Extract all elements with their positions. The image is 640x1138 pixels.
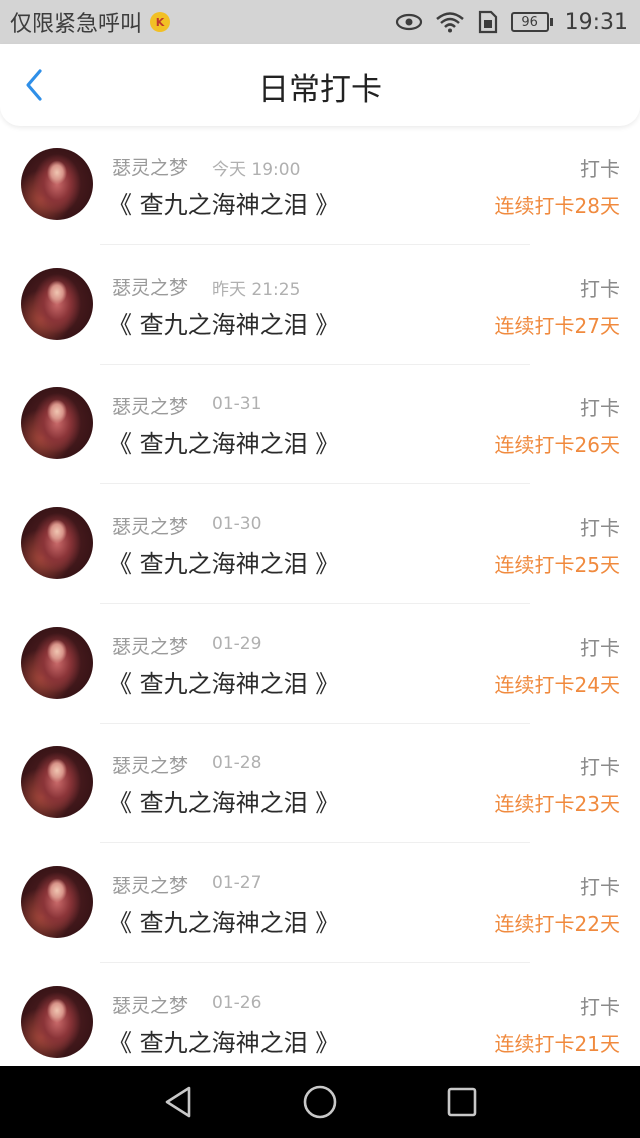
checkin-label: 打卡 [580, 875, 620, 900]
checkin-label: 打卡 [580, 635, 620, 660]
list-item[interactable]: 瑟灵之梦 今天 19:00 《 查九之海神之泪 》 打卡 连续打卡28天 [0, 127, 640, 247]
avatar[interactable] [21, 626, 93, 699]
user-name[interactable]: 瑟灵之梦 [112, 153, 188, 180]
list-item[interactable]: 瑟灵之梦 01-26 《 查九之海神之泪 》 打卡 连续打卡21天 [0, 965, 640, 1065]
checkin-label: 打卡 [580, 276, 620, 301]
battery-icon: 96 [510, 12, 553, 32]
book-title[interactable]: 《 查九之海神之泪 》 [108, 185, 339, 220]
checkin-time: 01-31 [212, 394, 262, 415]
streak-text: 连续打卡27天 [494, 313, 620, 338]
battery-level: 96 [510, 12, 549, 32]
list-item[interactable]: 瑟灵之梦 昨天 21:25 《 查九之海神之泪 》 打卡 连续打卡27天 [0, 247, 640, 367]
checkin-time: 昨天 21:25 [212, 279, 301, 300]
page-title: 日常打卡 [258, 72, 382, 108]
book-title[interactable]: 《 查九之海神之泪 》 [108, 544, 339, 579]
checkin-label: 打卡 [580, 396, 620, 421]
user-name[interactable]: 瑟灵之梦 [112, 392, 188, 419]
checkin-list[interactable]: 瑟灵之梦 今天 19:00 《 查九之海神之泪 》 打卡 连续打卡28天 瑟灵之… [0, 127, 640, 1065]
avatar[interactable] [21, 866, 93, 939]
checkin-label: 打卡 [580, 516, 620, 541]
avatar[interactable] [21, 267, 93, 340]
system-home-button[interactable] [302, 1084, 338, 1120]
book-title[interactable]: 《 查九之海神之泪 》 [108, 424, 339, 459]
checkin-time: 01-28 [212, 753, 262, 774]
home-circle-icon [303, 1085, 337, 1119]
divider [100, 962, 530, 964]
eye-icon [395, 12, 423, 32]
divider [100, 244, 530, 245]
user-name[interactable]: 瑟灵之梦 [112, 991, 188, 1018]
system-back-button[interactable] [160, 1084, 196, 1120]
divider [100, 603, 530, 605]
avatar[interactable] [21, 746, 93, 819]
user-name[interactable]: 瑟灵之梦 [112, 751, 188, 778]
avatar[interactable] [21, 148, 93, 220]
avatar[interactable] [21, 387, 93, 460]
carrier-text: 仅限紧急呼叫 [10, 12, 143, 37]
book-title[interactable]: 《 查九之海神之泪 》 [108, 305, 339, 340]
avatar[interactable] [21, 985, 93, 1058]
list-item[interactable]: 瑟灵之梦 01-28 《 查九之海神之泪 》 打卡 连续打卡23天 [0, 725, 640, 845]
book-title[interactable]: 《 查九之海神之泪 》 [108, 1023, 339, 1058]
back-triangle-icon [165, 1086, 191, 1118]
sim-icon [477, 10, 499, 34]
system-recents-button[interactable] [444, 1084, 480, 1120]
checkin-time: 01-29 [212, 633, 262, 654]
divider [100, 842, 530, 844]
divider [100, 483, 530, 485]
status-right: 96 19:31 [395, 6, 628, 38]
streak-text: 连续打卡22天 [494, 912, 620, 937]
checkin-time: 01-30 [212, 514, 262, 535]
user-name[interactable]: 瑟灵之梦 [112, 632, 188, 659]
list-item[interactable]: 瑟灵之梦 01-27 《 查九之海神之泪 》 打卡 连续打卡22天 [0, 845, 640, 965]
checkin-label: 打卡 [580, 755, 620, 780]
divider [100, 363, 530, 365]
status-bar: 仅限紧急呼叫 K 96 19:31 [0, 0, 640, 44]
streak-text: 连续打卡25天 [494, 553, 620, 578]
avatar[interactable] [21, 507, 93, 580]
user-name[interactable]: 瑟灵之梦 [112, 512, 188, 539]
system-nav-bar [0, 1066, 640, 1138]
book-title[interactable]: 《 查九之海神之泪 》 [108, 783, 339, 818]
wifi-icon [435, 11, 465, 33]
notification-app-icon: K [150, 12, 171, 32]
nav-header: 日常打卡 [0, 44, 640, 126]
list-item[interactable]: 瑟灵之梦 01-29 《 查九之海神之泪 》 打卡 连续打卡24天 [0, 606, 640, 726]
book-title[interactable]: 《 查九之海神之泪 》 [108, 903, 339, 938]
recents-square-icon [447, 1087, 477, 1117]
list-item[interactable]: 瑟灵之梦 01-30 《 查九之海神之泪 》 打卡 连续打卡25天 [0, 486, 640, 606]
checkin-time: 01-27 [212, 873, 262, 894]
checkin-label: 打卡 [580, 994, 620, 1019]
user-name[interactable]: 瑟灵之梦 [112, 871, 188, 898]
clock: 19:31 [564, 9, 628, 35]
status-left: 仅限紧急呼叫 K [10, 6, 171, 38]
list-item[interactable]: 瑟灵之梦 01-31 《 查九之海神之泪 》 打卡 连续打卡26天 [0, 366, 640, 486]
checkin-time: 01-26 [212, 992, 262, 1013]
book-title[interactable]: 《 查九之海神之泪 》 [108, 664, 339, 699]
checkin-time: 今天 19:00 [212, 160, 301, 180]
user-name[interactable]: 瑟灵之梦 [112, 273, 188, 300]
streak-text: 连续打卡28天 [494, 194, 620, 218]
streak-text: 连续打卡23天 [494, 792, 620, 817]
divider [100, 722, 530, 724]
streak-text: 连续打卡24天 [494, 672, 620, 697]
checkin-label: 打卡 [580, 157, 620, 181]
streak-text: 连续打卡21天 [494, 1031, 620, 1056]
streak-text: 连续打卡26天 [494, 433, 620, 458]
